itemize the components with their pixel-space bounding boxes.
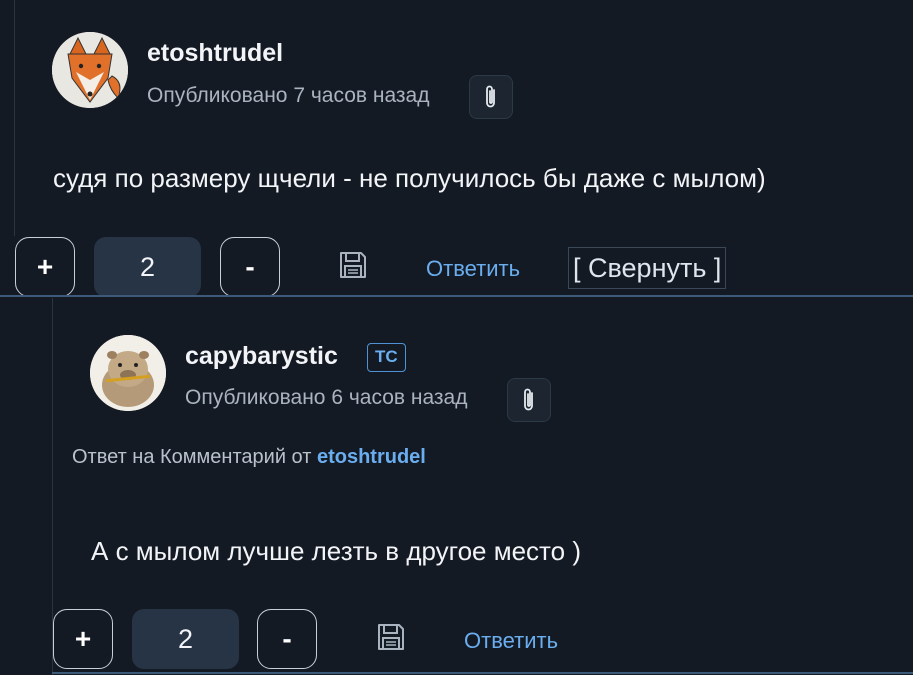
downvote-button[interactable]: - [220,237,280,297]
divider [52,672,913,674]
save-icon[interactable] [337,249,369,281]
save-icon[interactable] [375,621,407,653]
comment-text: судя по размеру щчели - не получилось бы… [53,163,766,193]
avatar[interactable] [52,32,128,108]
upvote-button[interactable]: + [15,237,75,297]
reply-to-line: Ответ на Комментарий от etoshtrudel [72,446,426,469]
upvote-button[interactable]: + [53,609,113,669]
attach-button[interactable] [507,378,551,422]
publish-time: Опубликовано 6 часов назад [185,386,468,409]
reply-button[interactable]: Ответить [464,628,558,654]
vote-count: 2 [132,609,239,669]
capybara-avatar-icon [90,335,166,411]
comment-text: А с мылом лучше лезть в другое место ) [91,536,582,566]
thread-line [14,0,15,236]
reply-to-author-link[interactable]: etoshtrudel [317,446,426,468]
fox-avatar-icon [52,32,128,108]
reply-to-prefix: Ответ на Комментарий от [72,446,312,468]
reply-button[interactable]: Ответить [426,256,520,282]
divider [0,295,913,297]
paperclip-icon [486,85,495,108]
author-badge: ТС [367,343,406,372]
attach-button[interactable] [469,75,513,119]
username[interactable]: capybarystic [185,342,338,371]
avatar[interactable] [90,335,166,411]
username[interactable]: etoshtrudel [147,39,283,68]
downvote-button[interactable]: - [257,609,317,669]
publish-time: Опубликовано 7 часов назад [147,84,430,107]
collapse-button[interactable]: [ Свернуть ] [568,247,727,289]
paperclip-icon [524,388,533,411]
vote-count: 2 [94,237,201,297]
